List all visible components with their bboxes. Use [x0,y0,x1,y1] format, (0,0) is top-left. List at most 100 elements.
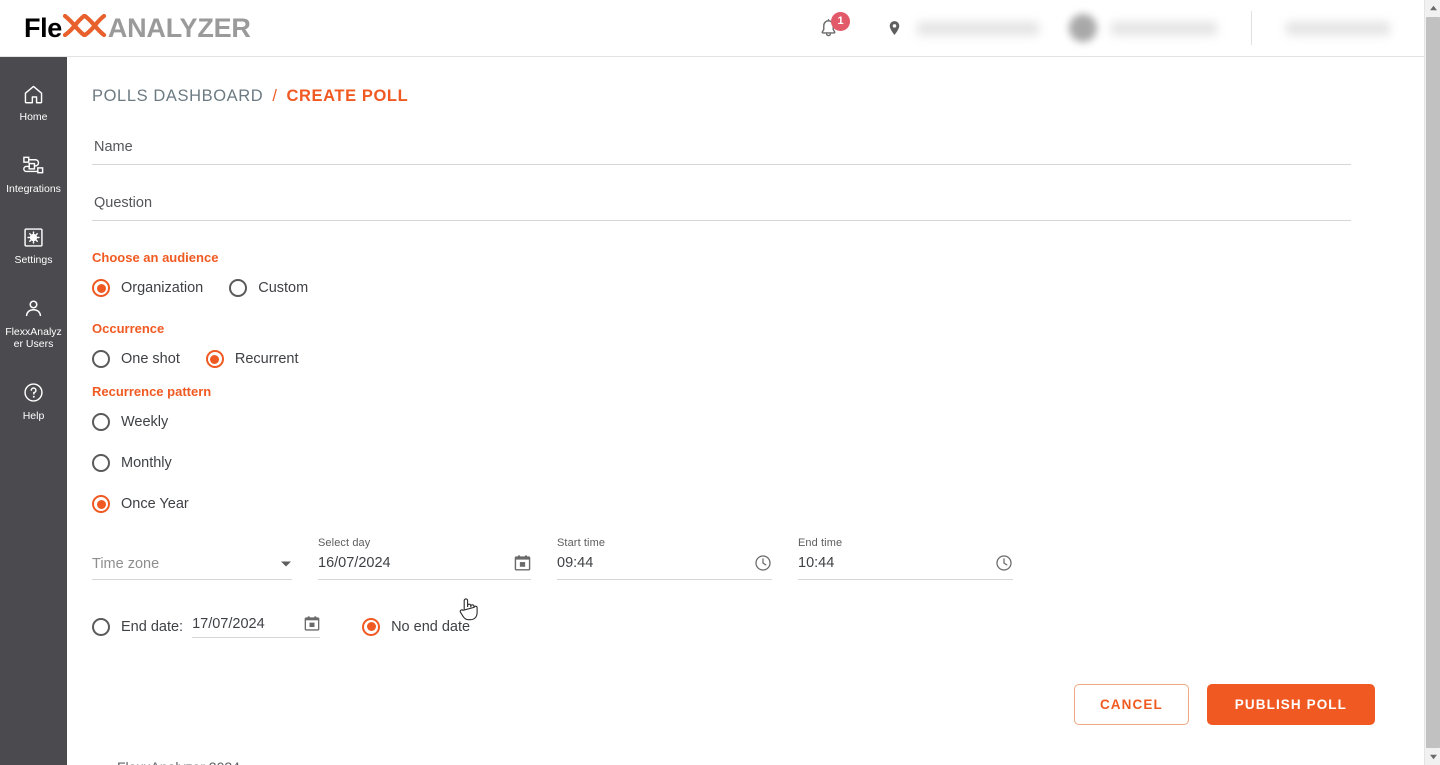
chevron-down-icon[interactable] [266,560,292,568]
brand-logo[interactable]: Fle ANALYZER [24,13,251,44]
sidebar-item-settings[interactable]: Settings [0,216,67,277]
audience-label-organization: Organization [121,280,204,296]
occurrence-radio-group: One shot Recurrent [92,350,1424,368]
select-day-value[interactable]: 16/07/2024 [318,555,391,571]
clock-icon[interactable] [981,554,1013,572]
app-header: Fle ANALYZER 1 [0,0,1424,57]
question-field-wrap [92,194,1351,221]
sidebar-item-label-help: Help [22,409,45,422]
timezone-field[interactable]: Time zone [92,540,292,580]
question-input[interactable] [92,195,1351,221]
recurrence-label-monthly: Monthly [121,455,172,471]
start-time-field[interactable]: Start time 09:44 [557,537,772,580]
recurrence-pattern-label: Recurrence pattern [92,384,212,399]
breadcrumb-create-poll: CREATE POLL [286,87,409,105]
end-date-value[interactable]: 17/07/2024 [192,616,265,632]
start-time-caption: Start time [557,537,606,549]
radio-icon-one-shot[interactable] [92,350,110,368]
cancel-button[interactable]: CANCEL [1073,684,1189,725]
audience-option-custom[interactable]: Custom [229,279,308,297]
timezone-box[interactable]: Time zone [92,556,292,580]
radio-icon-weekly[interactable] [92,413,110,431]
select-day-caption: Select day [318,537,371,549]
organization-name-label [917,21,1039,35]
logo-xx-mark [62,13,108,44]
create-poll-form: Choose an audience Organization Custom O… [92,106,1424,765]
scrollbar-thumb[interactable] [1426,17,1440,748]
radio-icon-monthly[interactable] [92,454,110,472]
breadcrumb-polls-dashboard[interactable]: POLLS DASHBOARD [92,87,263,106]
footer-text: FlexxAnalyzer 2024 [117,759,1424,765]
start-time-value[interactable]: 09:44 [557,555,593,571]
occurrence-group-label: Occurrence [92,321,165,336]
radio-icon-once-year[interactable] [92,495,110,513]
question-circle-icon [22,380,45,406]
app-root: Fle ANALYZER 1 Home Integrations Setting… [0,0,1440,765]
recurrence-label-once-year: Once Year [121,496,189,512]
header-divider [1251,11,1252,45]
sidebar-nav: Home Integrations Settings FlexxAnalyzer… [0,57,67,765]
logo-flex-text: Fle [24,12,62,43]
end-date-row: End date: 17/07/2024 No end date [92,615,1424,638]
main-content: POLLS DASHBOARD / CREATE POLL Choose an … [67,57,1424,765]
recurrence-option-monthly[interactable]: Monthly [92,454,1424,472]
recurrence-option-once-year[interactable]: Once Year [92,495,1424,513]
home-icon [22,81,45,107]
timezone-caption-spacer [92,540,292,556]
radio-icon-end-date[interactable] [92,617,110,636]
calendar-icon[interactable] [500,554,531,572]
publish-poll-button[interactable]: PUBLISH POLL [1206,684,1375,725]
radio-icon-custom[interactable] [229,279,248,297]
radio-icon-recurrent[interactable] [205,350,224,368]
form-actions: CANCEL PUBLISH POLL [92,684,1375,725]
sidebar-item-flexxanalyzer-users[interactable]: FlexxAnalyzer Users [0,288,67,361]
recurrence-option-weekly[interactable]: Weekly [92,413,1424,431]
occurrence-option-one-shot[interactable]: One shot [92,350,180,368]
radio-icon-no-end-date[interactable] [362,617,381,636]
end-time-box[interactable]: 10:44 [798,554,1013,580]
sidebar-item-help[interactable]: Help [0,372,67,433]
occurrence-option-recurrent[interactable]: Recurrent [205,350,299,368]
scroll-down-arrow-icon[interactable] [1425,749,1440,765]
radio-icon-organization[interactable] [92,279,110,297]
integrations-icon [21,153,46,179]
sidebar-item-integrations[interactable]: Integrations [0,145,67,206]
end-date-input[interactable]: 17/07/2024 [192,615,321,638]
end-time-caption: End time [798,537,843,549]
end-date-label: End date: [121,618,184,635]
avatar[interactable] [1069,14,1097,42]
notification-badge: 1 [831,12,850,31]
start-time-box[interactable]: 09:44 [557,554,772,580]
timezone-value: Time zone [92,556,160,572]
audience-label-custom: Custom [258,280,309,296]
audience-option-organization[interactable]: Organization [92,279,203,297]
logo-analyzer-text: ANALYZER [107,12,251,43]
logout-button[interactable] [1286,21,1390,35]
audience-group-label: Choose an audience [92,250,219,265]
occurrence-label-one-shot: One shot [121,351,180,367]
sidebar-item-label-home: Home [19,111,48,123]
sidebar-item-home[interactable]: Home [0,73,67,134]
calendar-icon[interactable] [290,615,320,632]
clock-icon[interactable] [740,554,772,572]
location-button[interactable] [883,16,905,40]
sidebar-item-label-settings: Settings [14,254,53,266]
header-right-cluster: 1 [813,0,1424,56]
recurrence-label-weekly: Weekly [121,414,169,430]
breadcrumb: POLLS DASHBOARD / CREATE POLL [92,87,1424,106]
end-time-value[interactable]: 10:44 [798,555,834,571]
name-input[interactable] [92,139,1351,165]
scroll-up-arrow-icon[interactable] [1425,0,1440,16]
occurrence-label-recurrent: Recurrent [234,351,299,367]
select-day-field[interactable]: Select day 16/07/2024 [318,537,531,580]
notifications-button[interactable]: 1 [813,11,850,45]
select-day-box[interactable]: 16/07/2024 [318,554,531,580]
page-scrollbar[interactable] [1424,0,1440,765]
end-time-field[interactable]: End time 10:44 [798,537,1013,580]
no-end-date-label: No end date [391,618,471,635]
name-field-wrap [92,138,1351,165]
